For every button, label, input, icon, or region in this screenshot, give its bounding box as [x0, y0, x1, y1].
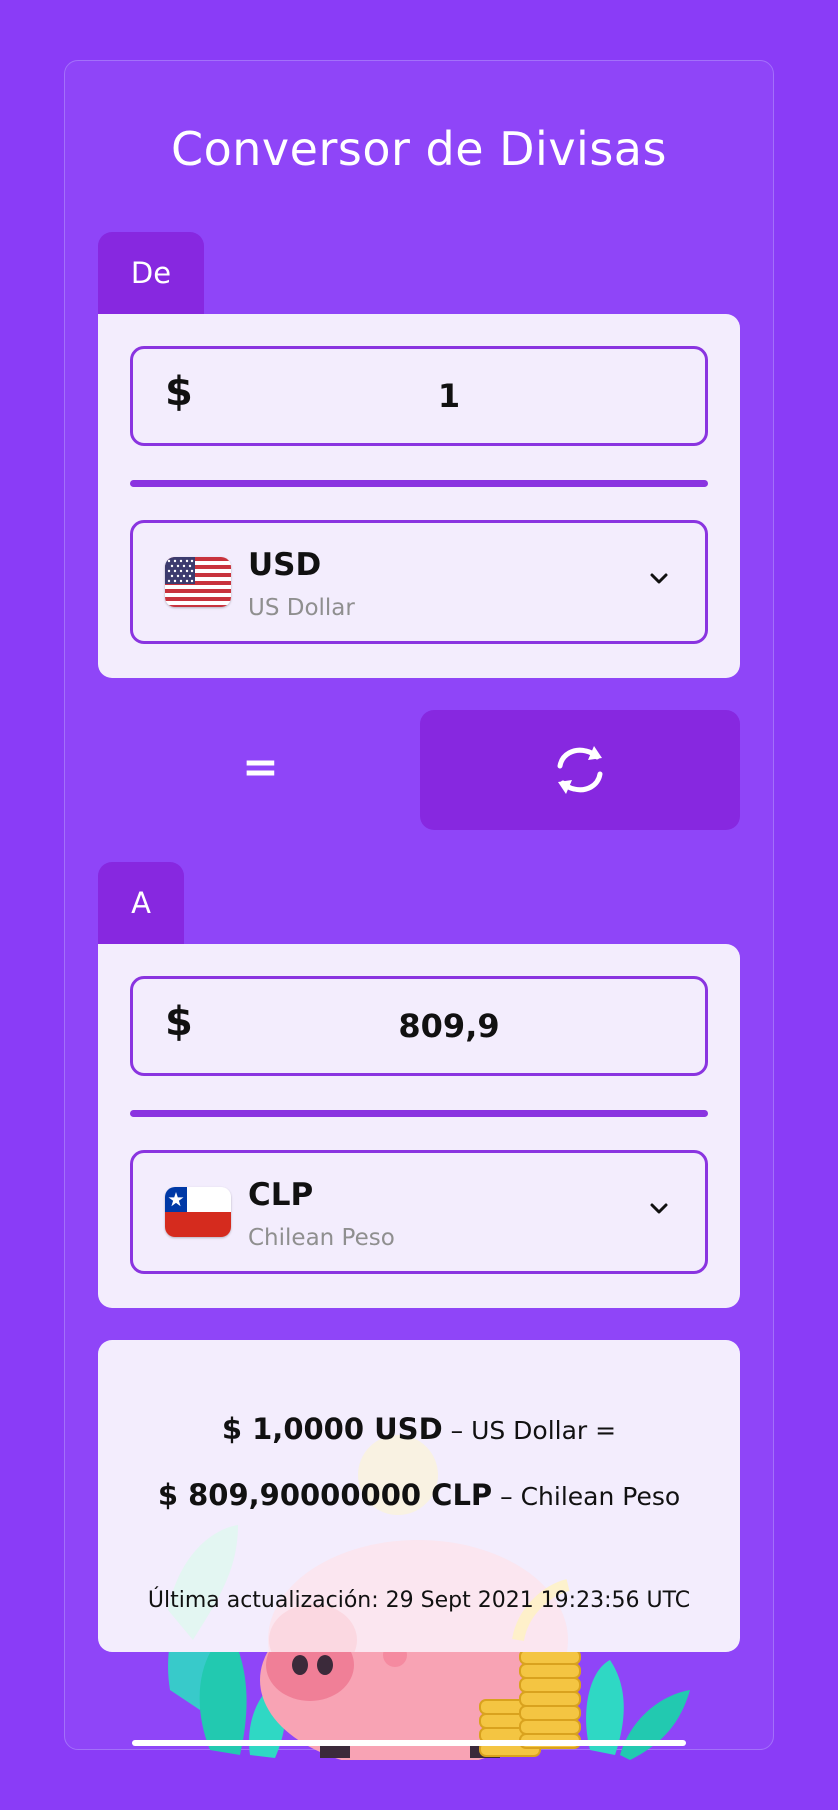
to-currency-select[interactable]: CLP Chilean Peso: [130, 1150, 708, 1274]
bottom-divider: [132, 1740, 686, 1746]
to-currency-name: Chilean Peso: [248, 1225, 395, 1251]
result-separator: –: [450, 1416, 464, 1445]
page-title: Conversor de Divisas: [171, 122, 667, 176]
swap-currencies-button[interactable]: [420, 710, 740, 830]
from-amount-input[interactable]: $ 1: [130, 346, 708, 446]
result-from-name: US Dollar: [471, 1416, 588, 1445]
from-currency-code: USD: [248, 547, 322, 583]
equals-sign: =: [242, 742, 279, 793]
result-from-amount: $ 1,0000 USD: [221, 1412, 443, 1446]
to-amount-input[interactable]: $ 809,9: [130, 976, 708, 1076]
from-currency-select[interactable]: USD US Dollar: [130, 520, 708, 644]
last-update-text: Última actualización: 29 Sept 2021 19:23…: [147, 1588, 691, 1613]
result-separator: –: [500, 1482, 513, 1511]
from-amount-value: 1: [437, 377, 461, 415]
result-equals: =: [595, 1416, 617, 1445]
from-divider: [130, 480, 708, 487]
result-from-line: $ 1,0000 USD – US Dollar =: [98, 1412, 740, 1446]
chevron-down-icon: [650, 573, 668, 584]
us-flag-icon: [165, 557, 231, 607]
tab-to: A: [98, 862, 184, 944]
result-to-name: Chilean Peso: [520, 1482, 681, 1511]
to-panel: $ 809,9 CLP Chilean Peso: [98, 944, 740, 1308]
chile-flag-icon: [165, 1187, 231, 1237]
from-currency-name: US Dollar: [248, 595, 355, 621]
from-panel: $ 1 USD US Dollar: [98, 314, 740, 678]
swap-arrows-icon: [557, 746, 603, 794]
to-amount-value: 809,9: [398, 1007, 500, 1045]
to-divider: [130, 1110, 708, 1117]
result-to-line: $ 809,90000000 CLP – Chilean Peso: [98, 1478, 740, 1512]
to-currency-code: CLP: [248, 1177, 314, 1213]
tab-from: De: [98, 232, 204, 314]
chevron-down-icon: [650, 1203, 668, 1214]
result-panel: $ 1,0000 USD – US Dollar = $ 809,9000000…: [98, 1340, 740, 1652]
result-to-amount: $ 809,90000000 CLP: [157, 1478, 493, 1512]
